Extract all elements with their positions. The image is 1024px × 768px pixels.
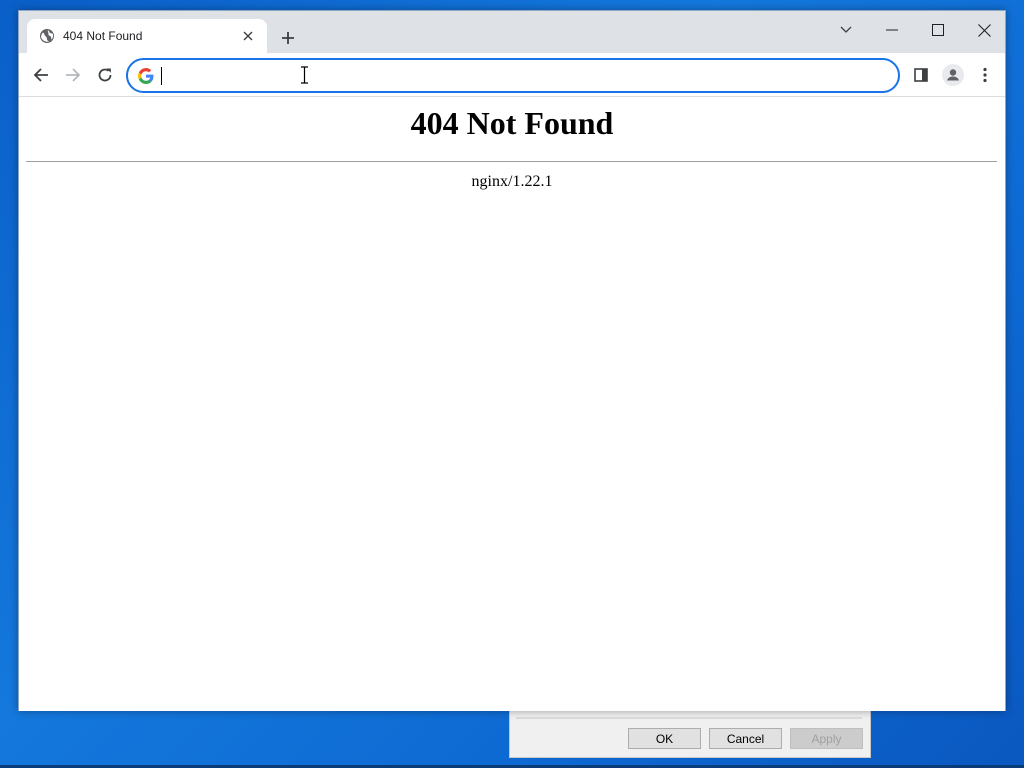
close-icon[interactable]: [964, 15, 1004, 45]
browser-window: 404 Not Found 404 Not Found nginx/1.22.1: [18, 10, 1006, 711]
globe-icon: [40, 29, 54, 43]
page-divider: [26, 161, 997, 162]
reload-icon[interactable]: [92, 62, 118, 88]
address-input[interactable]: [160, 65, 880, 87]
plus-icon[interactable]: [277, 27, 299, 49]
side-panel-icon[interactable]: [908, 62, 934, 88]
text-caret: [161, 67, 162, 85]
minimize-icon[interactable]: [872, 15, 912, 45]
kebab-menu-icon[interactable]: [972, 62, 998, 88]
browser-toolbar: [19, 53, 1005, 97]
back-arrow-icon[interactable]: [28, 62, 54, 88]
ibeam-cursor-icon: [301, 66, 308, 84]
page-heading: 404 Not Found: [410, 105, 614, 141]
cancel-button[interactable]: Cancel: [709, 728, 782, 749]
dialog-divider: [516, 717, 862, 719]
tab-search-icon[interactable]: [826, 15, 866, 45]
tab-title: 404 Not Found: [63, 29, 143, 43]
close-icon[interactable]: [239, 27, 257, 45]
apply-button: Apply: [790, 728, 863, 749]
maximize-icon[interactable]: [918, 15, 958, 45]
google-icon: [138, 68, 154, 84]
page-content: 404 Not Found nginx/1.22.1: [19, 97, 1005, 711]
profile-icon[interactable]: [940, 62, 966, 88]
ok-button[interactable]: OK: [628, 728, 701, 749]
address-bar[interactable]: [126, 58, 900, 93]
tab-strip: 404 Not Found: [19, 11, 1005, 53]
forward-arrow-icon: [60, 62, 86, 88]
server-signature: nginx/1.22.1: [471, 173, 553, 190]
tab-404-not-found[interactable]: 404 Not Found: [27, 19, 267, 53]
